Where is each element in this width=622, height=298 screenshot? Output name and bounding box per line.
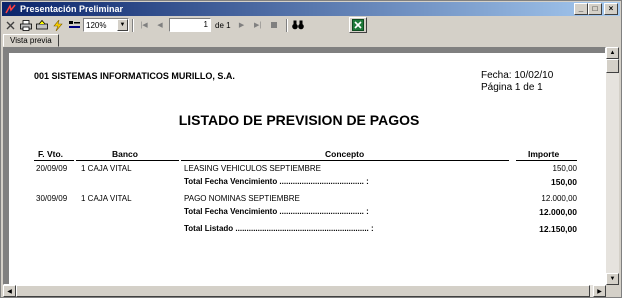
window-title: Presentación Preliminar bbox=[20, 4, 124, 14]
report-title: LISTADO DE PREVISION DE PAGOS bbox=[178, 112, 420, 128]
header-underline bbox=[34, 160, 74, 161]
next-page-icon: ▶ bbox=[238, 21, 245, 29]
layout-icon bbox=[68, 21, 80, 28]
subtotal-value: 150,00 bbox=[551, 177, 577, 187]
page-indicator: Página 1 de 1 bbox=[481, 82, 543, 93]
subtotal-value: 12.000,00 bbox=[539, 207, 577, 217]
horizontal-scrollbar[interactable]: ◀ ▶ bbox=[3, 285, 606, 297]
prev-page-icon: ◀ bbox=[157, 21, 163, 29]
scroll-left-icon: ◀ bbox=[7, 288, 12, 295]
column-header-fvto: F. Vto. bbox=[38, 149, 64, 159]
column-header-banco: Banco bbox=[112, 149, 138, 159]
scroll-corner bbox=[606, 285, 619, 297]
row-concepto: LEASING VEHICULOS SEPTIEMBRE bbox=[184, 164, 321, 173]
preview-window: Presentación Preliminar _ □ × 120% ▼ |◀ … bbox=[0, 0, 622, 298]
toolbar-separator bbox=[285, 18, 288, 32]
column-header-concepto: Concepto bbox=[325, 149, 365, 159]
app-icon bbox=[4, 3, 16, 15]
header-underline bbox=[76, 160, 179, 161]
close-preview-button[interactable] bbox=[3, 18, 17, 32]
header-underline bbox=[181, 160, 509, 161]
close-window-icon: × bbox=[608, 4, 614, 13]
last-page-icon: ▶| bbox=[253, 21, 262, 29]
subtotal-label: Total Fecha Vencimiento ................… bbox=[184, 177, 369, 186]
toolbar: 120% ▼ |◀ ◀ 1 de 1 ▶ ▶| bbox=[3, 17, 619, 33]
printer-setup-button[interactable] bbox=[35, 18, 49, 32]
scroll-right-icon: ▶ bbox=[597, 288, 602, 295]
search-button[interactable] bbox=[291, 18, 305, 32]
maximize-button[interactable]: □ bbox=[588, 3, 602, 15]
vertical-scrollbar[interactable]: ▲ ▼ bbox=[606, 47, 619, 285]
scroll-left-button[interactable]: ◀ bbox=[3, 285, 16, 297]
scroll-right-button[interactable]: ▶ bbox=[593, 285, 606, 297]
first-page-icon: |◀ bbox=[140, 21, 148, 29]
close-window-button[interactable]: × bbox=[604, 3, 618, 15]
minimize-button[interactable]: _ bbox=[574, 3, 588, 15]
page-number-input[interactable]: 1 bbox=[169, 18, 211, 32]
export-excel-button[interactable] bbox=[348, 17, 367, 33]
subtotal-label: Total Fecha Vencimiento ................… bbox=[184, 207, 369, 216]
column-header-importe: Importe bbox=[528, 149, 560, 159]
print-button[interactable] bbox=[19, 18, 33, 32]
scroll-up-button[interactable]: ▲ bbox=[606, 47, 619, 59]
close-icon bbox=[6, 21, 14, 29]
company-name: 001 SISTEMAS INFORMATICOS MURILLO, S.A. bbox=[34, 71, 235, 81]
report-page: 001 SISTEMAS INFORMATICOS MURILLO, S.A. … bbox=[9, 53, 605, 284]
grand-total-value: 12.150,00 bbox=[539, 224, 577, 234]
printer-setup-icon bbox=[36, 19, 48, 29]
row-banco: 1 CAJA VITAL bbox=[81, 194, 132, 203]
maximize-icon: □ bbox=[592, 4, 598, 13]
run-button[interactable] bbox=[51, 18, 65, 32]
minimize-icon: _ bbox=[578, 4, 584, 13]
report-date: Fecha: 10/02/10 bbox=[481, 70, 554, 81]
horizontal-scroll-thumb[interactable] bbox=[16, 285, 590, 297]
stop-button[interactable] bbox=[267, 18, 281, 32]
excel-icon bbox=[351, 19, 364, 31]
zoom-select[interactable]: 120% ▼ bbox=[83, 18, 129, 32]
zoom-value: 120% bbox=[86, 20, 107, 30]
preview-area: 001 SISTEMAS INFORMATICOS MURILLO, S.A. … bbox=[3, 47, 606, 285]
row-concepto: PAGO NOMINAS SEPTIEMBRE bbox=[184, 194, 300, 203]
header-underline bbox=[516, 160, 577, 161]
scroll-up-icon: ▲ bbox=[609, 50, 616, 56]
print-icon bbox=[20, 19, 32, 31]
scroll-down-icon: ▼ bbox=[609, 276, 616, 282]
toolbar-separator bbox=[132, 18, 134, 32]
vertical-scroll-thumb[interactable] bbox=[606, 59, 619, 73]
scroll-down-button[interactable]: ▼ bbox=[606, 273, 619, 285]
first-page-button[interactable]: |◀ bbox=[137, 18, 151, 32]
row-banco: 1 CAJA VITAL bbox=[81, 164, 132, 173]
tab-vista-previa[interactable]: Vista previa bbox=[3, 34, 59, 47]
title-bar[interactable]: Presentación Preliminar _ □ × bbox=[2, 2, 620, 16]
row-importe: 150,00 bbox=[552, 164, 577, 173]
prev-page-button[interactable]: ◀ bbox=[153, 18, 167, 32]
grand-total-label: Total Listado ..........................… bbox=[184, 224, 374, 233]
stop-icon bbox=[270, 22, 277, 28]
tab-strip: Vista previa bbox=[3, 34, 59, 47]
layout-button[interactable] bbox=[67, 18, 81, 32]
chevron-down-icon[interactable]: ▼ bbox=[117, 19, 128, 31]
row-fvto: 20/09/09 bbox=[36, 164, 68, 173]
binoculars-icon bbox=[291, 20, 304, 30]
row-importe: 12.000,00 bbox=[541, 194, 577, 203]
last-page-button[interactable]: ▶| bbox=[251, 18, 265, 32]
lightning-icon bbox=[53, 19, 63, 31]
page-count-label: de 1 bbox=[215, 20, 231, 30]
next-page-button[interactable]: ▶ bbox=[235, 18, 249, 32]
row-fvto: 30/09/09 bbox=[36, 194, 68, 203]
